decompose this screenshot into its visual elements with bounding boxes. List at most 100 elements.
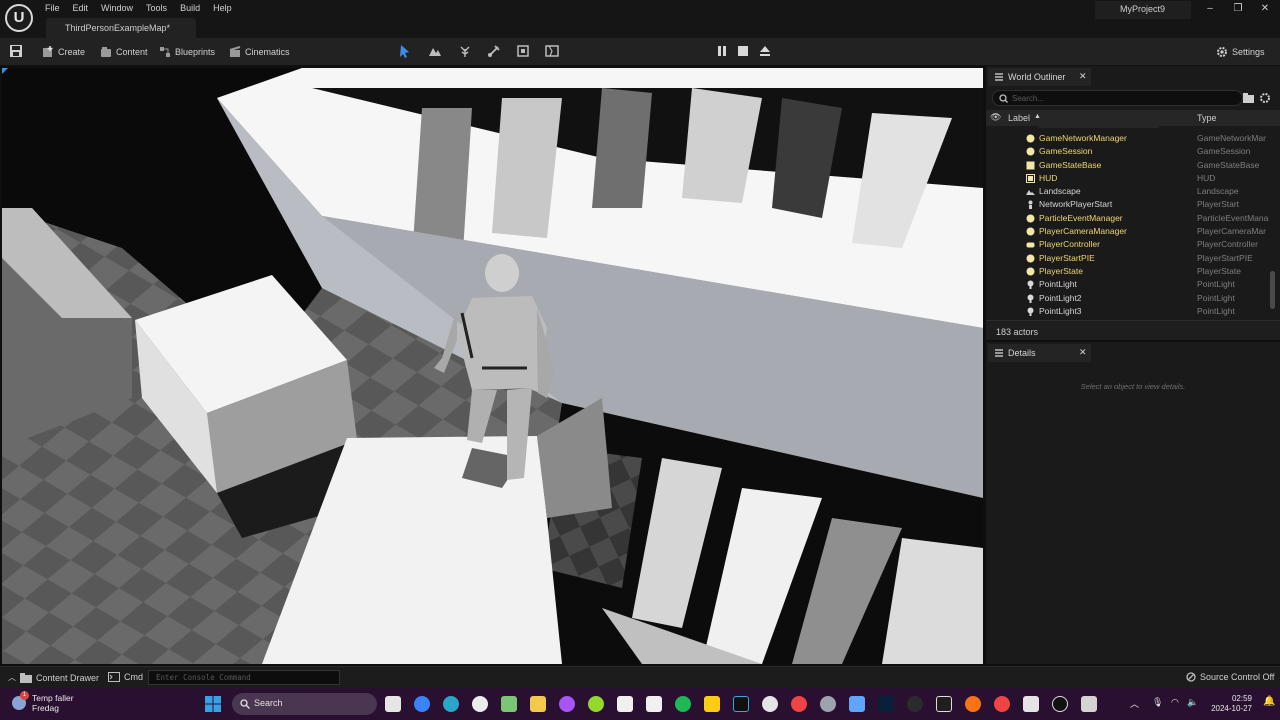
search-app-icon[interactable] — [472, 696, 488, 712]
weather-widget[interactable]: 1 Temp faller Fredag — [12, 691, 74, 713]
taskbar-search[interactable]: Search — [232, 693, 377, 715]
menu-tools[interactable]: Tools — [146, 2, 176, 13]
foliage-mode-icon[interactable] — [458, 44, 472, 58]
app-icon-green[interactable] — [588, 696, 604, 712]
outliner-row[interactable]: ParticleEventManager ParticleEventMana — [986, 212, 1280, 225]
close-tab-icon[interactable]: ✕ — [1079, 71, 1087, 82]
close-icon[interactable]: ✕ — [1256, 3, 1274, 17]
volume-icon[interactable]: 🔈 — [1187, 697, 1198, 708]
notifications-icon[interactable]: 🔔 — [1263, 696, 1275, 707]
add-folder-icon[interactable] — [1243, 93, 1254, 103]
actor-type: PlayerState — [1197, 265, 1241, 276]
stop-icon[interactable] — [736, 44, 750, 58]
console-command-input[interactable]: Enter Console Command — [148, 670, 340, 685]
menu-help[interactable]: Help — [213, 2, 241, 13]
security-icon[interactable] — [704, 696, 720, 712]
nvidia-icon[interactable] — [501, 696, 517, 712]
maximize-icon[interactable]: ❐ — [1229, 3, 1247, 17]
cloud-app-icon[interactable] — [849, 696, 865, 712]
outliner-row[interactable]: PlayerCameraManager PlayerCameraMar — [986, 225, 1280, 238]
app-icon-white[interactable] — [1023, 696, 1039, 712]
app-icon-red[interactable] — [791, 696, 807, 712]
brave-icon[interactable] — [994, 696, 1010, 712]
clapperboard-icon — [229, 46, 241, 57]
wifi-icon[interactable]: ◠ — [1171, 697, 1179, 708]
task-view-icon[interactable] — [385, 696, 401, 712]
fracture-mode-icon[interactable] — [545, 44, 559, 58]
microphone-icon[interactable]: 🎙 — [1152, 697, 1163, 708]
unreal-logo-icon[interactable]: U — [5, 4, 33, 32]
content-drawer-button[interactable]: ︿ Content Drawer — [8, 672, 99, 683]
system-clock[interactable]: 02:59 2024-10-27 — [1204, 694, 1252, 714]
chrome-icon[interactable] — [414, 696, 430, 712]
cinematics-button[interactable]: Cinematics — [229, 44, 290, 60]
level-viewport[interactable] — [2, 68, 983, 664]
menu-window[interactable]: Window — [101, 2, 142, 13]
menu-build[interactable]: Build — [180, 2, 209, 13]
close-tab-icon[interactable]: ✕ — [1079, 347, 1087, 358]
type-column-header[interactable]: Type — [1197, 113, 1217, 123]
level-tab[interactable]: ThirdPersonExampleMap* — [46, 18, 196, 38]
outliner-settings-icon[interactable] — [1259, 92, 1271, 104]
terminal-icon — [108, 672, 120, 682]
landscape-mode-icon[interactable] — [428, 44, 442, 58]
tray-chevron-icon[interactable]: ︿ — [1130, 697, 1139, 710]
eject-icon[interactable] — [758, 44, 772, 58]
notepad-icon[interactable] — [1081, 696, 1097, 712]
world-outliner-tab[interactable]: World Outliner ✕ — [988, 68, 1091, 86]
blueprints-button[interactable]: Blueprints — [159, 44, 215, 60]
settings-app-icon[interactable] — [820, 696, 836, 712]
content-button[interactable]: Content — [100, 44, 148, 60]
outliner-row[interactable]: NetworkPlayerStart PlayerStart — [986, 198, 1280, 211]
sphere-icon — [1026, 147, 1035, 156]
source-control-button[interactable]: Source Control Off — [1186, 672, 1274, 682]
app-icon-dark[interactable] — [907, 696, 923, 712]
actor-label: PlayerCameraManager — [1039, 226, 1127, 237]
select-mode-icon[interactable] — [398, 44, 412, 58]
app-icon-orange[interactable] — [965, 696, 981, 712]
app-icon-purple[interactable] — [559, 696, 575, 712]
unreal-taskbar-icon[interactable] — [1052, 696, 1068, 712]
pause-icon[interactable] — [715, 44, 729, 58]
file-explorer-icon[interactable] — [530, 696, 546, 712]
capcut-icon[interactable] — [936, 696, 952, 712]
visibility-eye-icon[interactable]: 👁 — [990, 112, 1001, 123]
outliner-scrollbar[interactable] — [1270, 271, 1275, 309]
notion-icon[interactable] — [617, 696, 633, 712]
create-button[interactable]: Create — [42, 44, 85, 60]
cmd-button[interactable]: Cmd — [108, 672, 143, 682]
outliner-row[interactable]: GameStateBase GameStateBase — [986, 159, 1280, 172]
outliner-row[interactable]: PlayerState PlayerState — [986, 265, 1280, 278]
outliner-row[interactable]: GameNetworkManager GameNetworkMar — [986, 132, 1280, 145]
details-tab[interactable]: Details ✕ — [988, 344, 1091, 362]
mesh-paint-mode-icon[interactable] — [487, 44, 501, 58]
actor-label: PlayerState — [1039, 265, 1083, 276]
outliner-row[interactable]: GameSession GameSession — [986, 145, 1280, 158]
outliner-search-input[interactable]: Search... — [992, 90, 1243, 106]
edge-icon[interactable] — [443, 696, 459, 712]
content-drawer-label: Content Drawer — [36, 672, 100, 683]
modeling-mode-icon[interactable] — [516, 44, 530, 58]
outliner-row[interactable]: PointLight2 PointLight — [986, 292, 1280, 305]
settings-button[interactable]: Settings — [1216, 44, 1265, 60]
outliner-row[interactable]: PlayerController PlayerController — [986, 238, 1280, 251]
obs-icon[interactable] — [762, 696, 778, 712]
windows-start-icon[interactable] — [205, 696, 221, 712]
audio-app-icon[interactable] — [733, 696, 749, 712]
outliner-row[interactable]: PointLight3 PointLight — [986, 305, 1280, 318]
content-label: Content — [116, 47, 148, 57]
save-icon[interactable] — [9, 44, 23, 58]
photoshop-icon[interactable] — [878, 696, 894, 712]
outliner-row[interactable]: PlayerStartPIE PlayerStartPIE — [986, 252, 1280, 265]
label-column-header[interactable]: Label — [1008, 113, 1030, 123]
menu-edit[interactable]: Edit — [73, 2, 98, 13]
outliner-row[interactable]: Landscape Landscape — [986, 185, 1280, 198]
outliner-row[interactable]: PointLight PointLight — [986, 278, 1280, 291]
menu-file[interactable]: File — [45, 2, 69, 13]
outliner-row[interactable]: HUD HUD — [986, 172, 1280, 185]
calendar-icon[interactable] — [646, 696, 662, 712]
spotify-icon[interactable] — [675, 696, 691, 712]
menu-bar: File Edit Window Tools Build Help — [45, 2, 245, 13]
minimize-icon[interactable]: – — [1201, 3, 1219, 17]
actor-label: Landscape — [1039, 186, 1081, 197]
